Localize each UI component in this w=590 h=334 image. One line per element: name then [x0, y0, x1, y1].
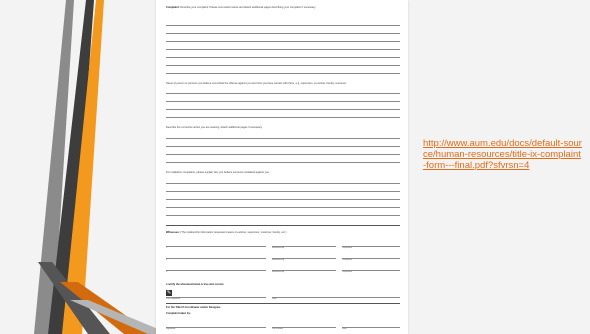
- line: [166, 162, 400, 163]
- witness-row-2: 2. Relationship Telephone: [166, 258, 400, 266]
- relationship-label: Relationship: [272, 259, 285, 261]
- date-label: Date: [272, 298, 277, 300]
- signature-line: [166, 297, 266, 298]
- line: [166, 73, 400, 74]
- line: [166, 57, 400, 58]
- line: [166, 117, 400, 118]
- line: [166, 199, 400, 200]
- section-divider: [166, 225, 400, 226]
- document-page: Complaint: Describe your complaint. Plea…: [156, 0, 408, 334]
- corrective-instructions: Describe the corrective action you are s…: [166, 126, 263, 129]
- line: [166, 65, 400, 66]
- bottom-signature-row: Signature Print Name Date: [166, 327, 400, 334]
- telephone-label: Telephone: [342, 259, 353, 261]
- relationship-label: Relationship: [272, 271, 285, 273]
- witness-number: 1.: [166, 247, 168, 249]
- complaint-heading-line: Complaint: Describe your complaint. Plea…: [166, 6, 316, 9]
- line: [166, 183, 400, 184]
- witness-row-1: 1. Relationship Telephone: [166, 246, 400, 254]
- received-line: Complaint taken by:: [166, 312, 191, 315]
- bottom-date-line: [342, 327, 400, 328]
- line: [166, 191, 400, 192]
- witness-name-line: [166, 246, 266, 247]
- telephone-label: Telephone: [342, 271, 353, 273]
- bottom-signature-line: [166, 327, 266, 328]
- witnesses-line: Witnesses: (The relationship information…: [166, 231, 286, 234]
- office-use-heading: For the Title IX Coordinator and/or Desi…: [166, 306, 221, 309]
- line: [166, 138, 400, 139]
- complaint-instructions: Describe your complaint. Please summariz…: [180, 6, 317, 9]
- bottom-signature-label: Signature: [166, 328, 176, 330]
- witnesses-instructions: (The relationship information requested …: [180, 231, 287, 234]
- certify-line: I certify the aforementioned is true and…: [166, 283, 224, 286]
- witness-name-line: [166, 258, 266, 259]
- witness-number: 2.: [166, 259, 168, 261]
- line: [166, 146, 400, 147]
- line: [166, 109, 400, 110]
- section-divider: [166, 303, 400, 304]
- date-line: [272, 297, 400, 298]
- line: [166, 93, 400, 94]
- certify-statement: I certify the aforementioned is true and…: [166, 283, 225, 286]
- line: [166, 33, 400, 34]
- retaliation-instructions: For retaliation complaints, please expla…: [166, 171, 270, 174]
- bottom-date-label: Date: [342, 328, 347, 330]
- complaint-heading: Complaint:: [166, 6, 180, 9]
- line: [166, 49, 400, 50]
- complaint-taken-by: Complaint taken by:: [166, 312, 191, 315]
- line: [166, 207, 400, 208]
- witness-row-3: 3. Relationship Telephone: [166, 270, 400, 278]
- witnesses-heading: Witnesses:: [166, 231, 180, 234]
- signature-icon: ✎: [166, 290, 172, 296]
- witness-number: 3.: [166, 271, 168, 273]
- relationship-label: Relationship: [272, 247, 285, 249]
- persons-instructions: Name of person or persons you believe co…: [166, 82, 347, 85]
- complaint-form-link[interactable]: http://www.aum.edu/docs/default-source/h…: [423, 138, 583, 171]
- office-use-line: For the Title IX Coordinator and/or Desi…: [166, 306, 220, 309]
- witness-name-line: [166, 270, 266, 271]
- line: [166, 25, 400, 26]
- print-name-label: Print Name: [272, 328, 283, 330]
- signature-label: Your Signature: [166, 298, 181, 300]
- line: [166, 154, 400, 155]
- line: [166, 215, 400, 216]
- line: [166, 101, 400, 102]
- telephone-label: Telephone: [342, 247, 353, 249]
- slide: Complaint: Describe your complaint. Plea…: [0, 0, 590, 334]
- line: [166, 41, 400, 42]
